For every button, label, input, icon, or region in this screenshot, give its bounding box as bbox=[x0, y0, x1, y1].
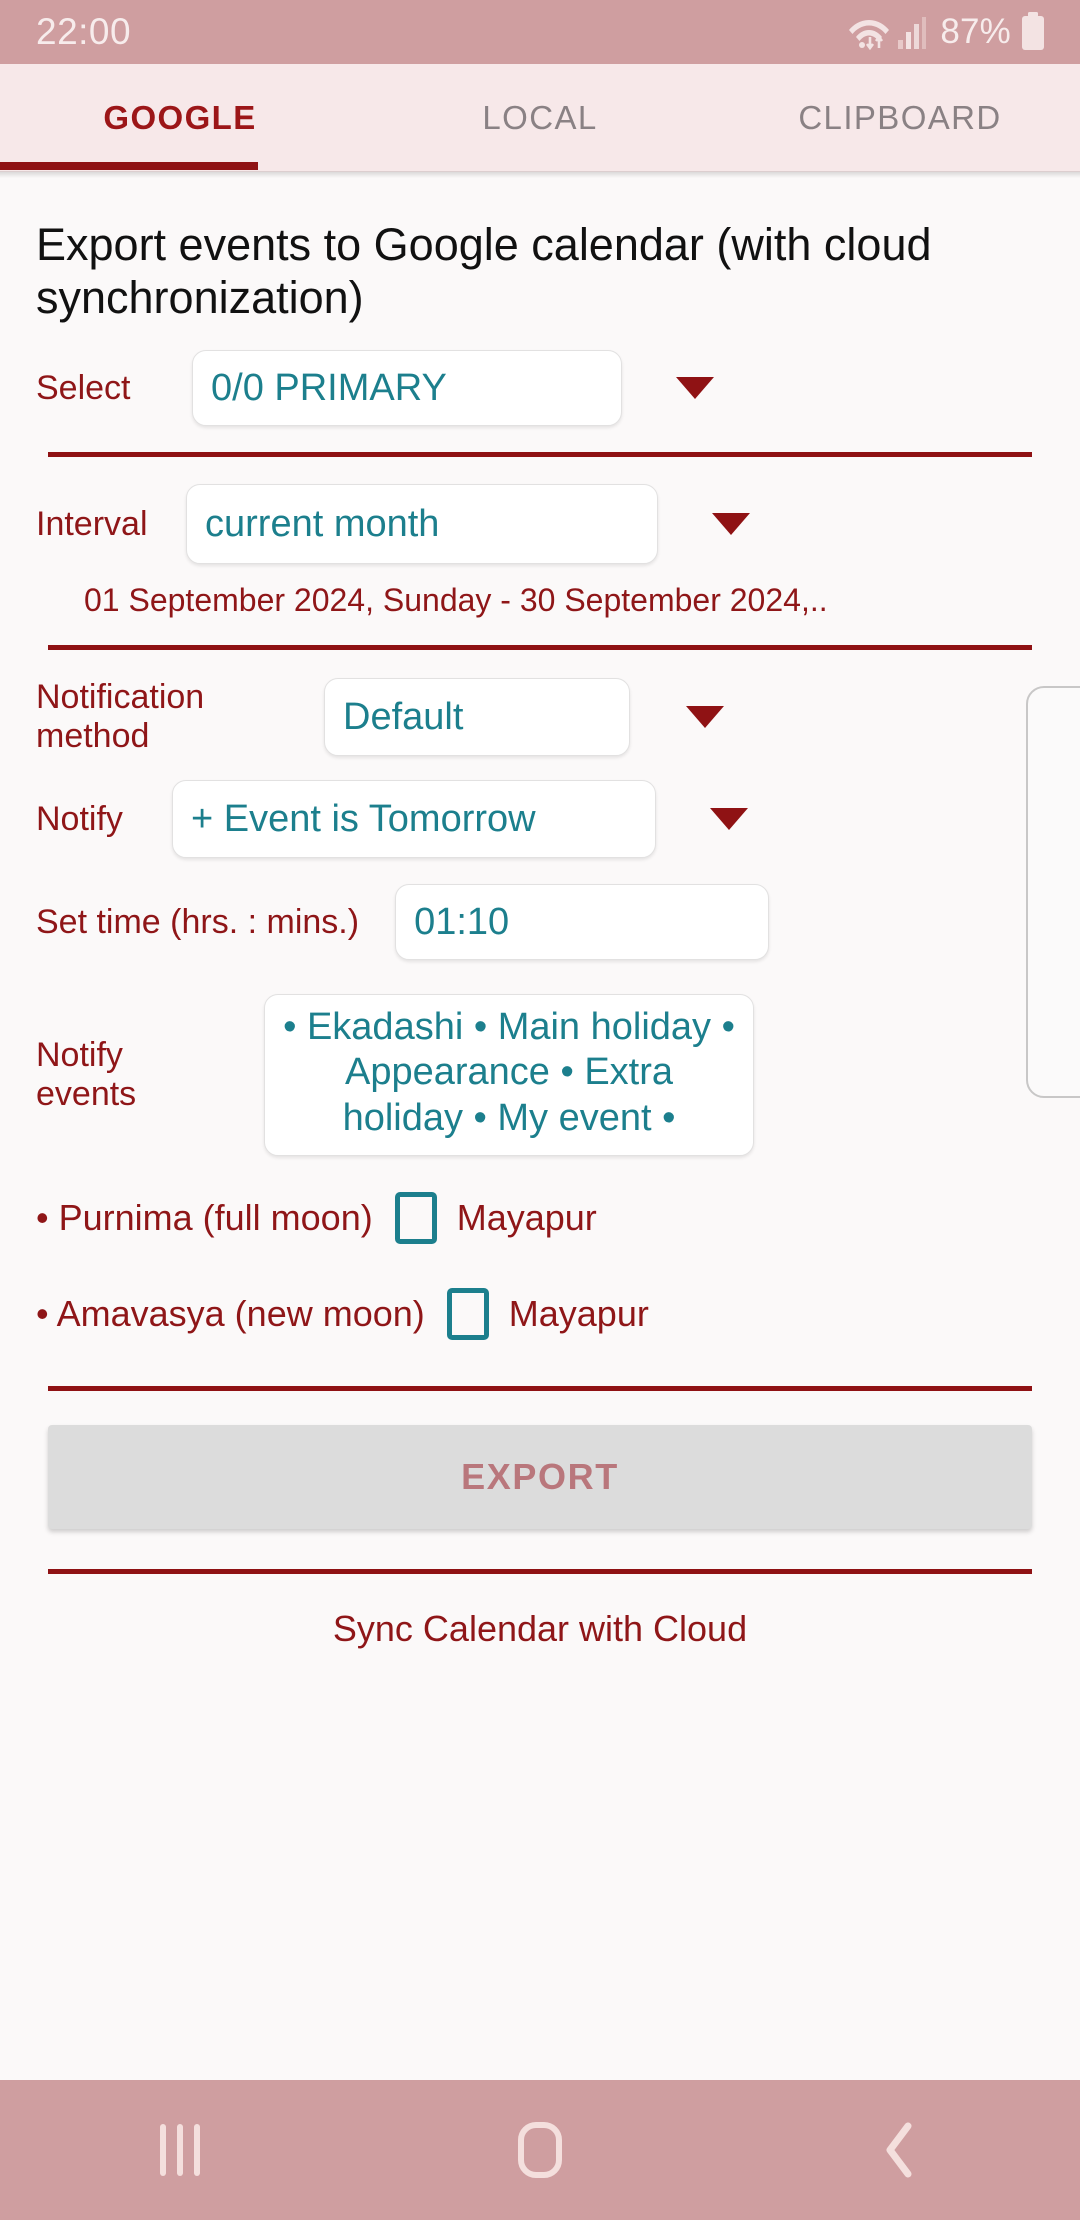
sync-calendar-with-cloud-link[interactable]: Sync Calendar with Cloud bbox=[0, 1574, 1080, 1650]
status-clock: 22:00 bbox=[36, 11, 132, 52]
home-icon bbox=[518, 2122, 562, 2178]
battery-icon bbox=[1020, 12, 1046, 52]
select-label: Select bbox=[36, 368, 131, 407]
back-button[interactable] bbox=[720, 2118, 1080, 2182]
amavasya-mayapur-checkbox[interactable] bbox=[446, 1288, 489, 1341]
amavasya-mayapur-label: Mayapur bbox=[508, 1293, 649, 1335]
back-icon bbox=[880, 2118, 920, 2182]
notify-dropdown[interactable]: + Event is Tomorrow bbox=[172, 780, 656, 859]
select-calendar-dropdown[interactable]: 0/0 PRIMARY bbox=[192, 350, 622, 427]
notify-events-value[interactable]: • Ekadashi • Main holiday • Appearance •… bbox=[264, 994, 754, 1157]
chevron-down-icon[interactable] bbox=[712, 513, 750, 536]
tab-local[interactable]: LOCAL bbox=[360, 64, 720, 171]
divider-after-interval bbox=[48, 645, 1032, 651]
chevron-down-icon[interactable] bbox=[676, 377, 714, 400]
interval-date-range: 01 September 2024, Sunday - 30 September… bbox=[84, 582, 828, 619]
select-row: Select 0/0 PRIMARY bbox=[0, 350, 1080, 427]
tab-bar: GOOGLE LOCAL CLIPBOARD bbox=[0, 64, 1080, 172]
wifi-icon bbox=[848, 14, 890, 50]
set-time-row: Set time (hrs. : mins.) 01:10 bbox=[0, 884, 1080, 961]
divider-before-export bbox=[48, 1386, 1032, 1392]
notification-method-dropdown[interactable]: Default bbox=[324, 678, 630, 757]
recents-button[interactable] bbox=[0, 2124, 360, 2176]
status-bar: 22:00 87% bbox=[0, 0, 1080, 64]
system-navigation-bar bbox=[0, 2080, 1080, 2220]
chevron-down-icon[interactable] bbox=[710, 808, 748, 831]
notify-label: Notify bbox=[36, 799, 123, 838]
offscreen-field-edge bbox=[1026, 686, 1080, 1098]
interval-row: Interval current month bbox=[0, 484, 1080, 565]
page-title: Export events to Google calendar (with c… bbox=[36, 219, 932, 324]
status-icons: 87% bbox=[848, 12, 1046, 52]
tab-clipboard[interactable]: CLIPBOARD bbox=[720, 64, 1080, 171]
divider-after-select bbox=[48, 452, 1032, 458]
purnima-mayapur-label: Mayapur bbox=[456, 1197, 597, 1239]
notification-method-label: Notification method bbox=[36, 678, 205, 756]
purnima-mayapur-checkbox[interactable] bbox=[394, 1192, 437, 1245]
notify-row: Notify + Event is Tomorrow bbox=[0, 780, 1080, 859]
interval-label: Interval bbox=[36, 504, 148, 543]
cellular-signal-icon bbox=[897, 14, 927, 50]
amavasya-label: • Amavasya (new moon) bbox=[36, 1293, 425, 1335]
notification-method-row: Notification method Default bbox=[0, 678, 1080, 757]
main-content: Export events to Google calendar (with c… bbox=[0, 178, 1080, 2080]
set-time-label: Set time (hrs. : mins.) bbox=[36, 902, 360, 941]
notify-events-label: Notify events bbox=[36, 1036, 137, 1114]
notify-events-row: Notify events • Ekadashi • Main holiday … bbox=[0, 960, 1080, 1157]
set-time-input[interactable]: 01:10 bbox=[395, 884, 770, 961]
phone-screen: 22:00 87% GOOGLE LOCAL CLIPBOARD Export … bbox=[0, 0, 1080, 2220]
interval-dropdown[interactable]: current month bbox=[186, 484, 658, 565]
tab-google[interactable]: GOOGLE bbox=[0, 64, 360, 171]
recents-icon bbox=[160, 2124, 200, 2176]
home-button[interactable] bbox=[360, 2122, 720, 2178]
purnima-row: • Purnima (full moon) Mayapur bbox=[0, 1192, 1080, 1245]
battery-percent-label: 87% bbox=[940, 12, 1011, 51]
export-button[interactable]: EXPORT bbox=[48, 1425, 1032, 1530]
purnima-label: • Purnima (full moon) bbox=[36, 1197, 373, 1239]
active-tab-indicator bbox=[0, 162, 258, 170]
chevron-down-icon[interactable] bbox=[686, 706, 724, 729]
amavasya-row: • Amavasya (new moon) Mayapur bbox=[0, 1288, 1080, 1341]
